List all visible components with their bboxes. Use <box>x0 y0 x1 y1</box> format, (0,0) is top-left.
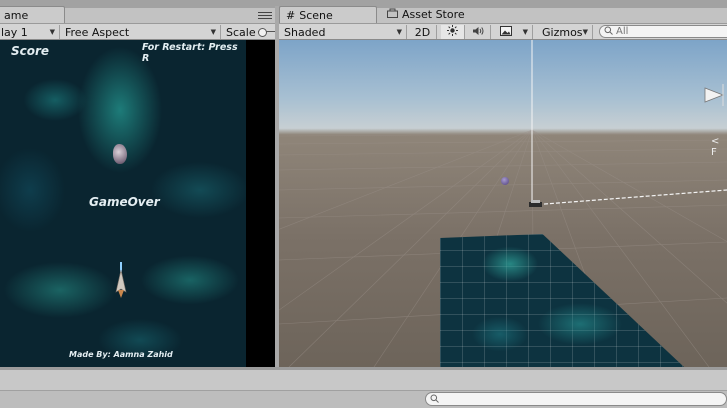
tab-game-label: ame <box>4 8 29 22</box>
selected-object-gizmo[interactable] <box>528 199 544 213</box>
image-icon <box>500 25 512 39</box>
perspective-label-text: F <box>711 147 717 158</box>
scene-search-input[interactable] <box>616 26 726 37</box>
chevron-down-icon: ▼ <box>396 28 402 36</box>
store-icon <box>387 8 398 21</box>
scene-view-viewport[interactable]: < F <box>279 40 727 367</box>
spaceship-sprite <box>115 262 127 298</box>
tab-asset-store-label: Asset Store <box>402 8 465 21</box>
scale-label: Scale <box>226 25 256 39</box>
display-dropdown[interactable]: lay 1 ▼ <box>0 25 60 39</box>
bottom-panel <box>0 370 727 390</box>
gizmos-label: Gizmos <box>542 25 583 39</box>
scene-toolbar: Shaded ▼ 2D ▼ Gizmos ▼ <box>279 23 727 40</box>
display-dropdown-label: lay 1 <box>1 25 28 39</box>
panel-menu-icon[interactable] <box>258 12 272 20</box>
tab-scene-label: Scene <box>299 8 333 22</box>
aspect-dropdown-label: Free Aspect <box>65 25 130 39</box>
shading-mode-dropdown[interactable]: Shaded ▼ <box>279 25 407 39</box>
game-over-text: GameOver <box>89 195 160 209</box>
scale-slider[interactable] <box>258 28 275 37</box>
chevron-down-icon: ▼ <box>582 28 588 36</box>
shading-mode-label: Shaded <box>284 25 326 39</box>
game-toolbar: lay 1 ▼ Free Aspect ▼ Scale <box>0 23 275 40</box>
scene-search-box[interactable] <box>599 25 727 38</box>
project-search-box[interactable] <box>425 392 727 406</box>
2d-toggle-label: 2D <box>414 25 431 39</box>
bottom-toolbar <box>0 390 727 408</box>
scene-orientation-gizmo[interactable] <box>701 84 727 106</box>
credit-text: Made By: Aamna Zahid <box>69 350 173 359</box>
sun-icon <box>447 25 458 39</box>
tab-game[interactable]: ame <box>0 6 65 23</box>
aspect-dropdown[interactable]: Free Aspect ▼ <box>60 25 221 39</box>
grid-icon: # <box>286 8 296 22</box>
perspective-label[interactable]: < F <box>711 136 727 158</box>
asteroid-sprite <box>113 144 127 164</box>
effects-dropdown[interactable]: ▼ <box>495 25 533 39</box>
speaker-icon <box>472 26 485 39</box>
chevron-down-icon: ▼ <box>210 28 216 36</box>
search-icon <box>604 25 614 38</box>
audio-toggle-button[interactable] <box>466 25 491 39</box>
chevron-down-icon: ▼ <box>522 28 528 36</box>
scene-camera-gizmo <box>531 40 727 206</box>
game-view-letterbox <box>246 40 275 367</box>
score-label: Score <box>11 44 50 58</box>
game-view-viewport[interactable]: Score For Restart: Press R GameOver Made… <box>0 40 246 367</box>
restart-hint: For Restart: Press R <box>142 42 238 64</box>
tab-scene[interactable]: # Scene <box>279 6 377 23</box>
lighting-toggle-button[interactable] <box>441 25 465 39</box>
2d-toggle-button[interactable]: 2D <box>409 25 437 39</box>
chevron-down-icon: ▼ <box>49 28 55 36</box>
scale-slider-knob[interactable] <box>258 28 267 37</box>
search-icon <box>430 393 440 406</box>
gizmos-dropdown[interactable]: Gizmos ▼ <box>537 25 593 39</box>
project-search-input[interactable] <box>440 393 710 405</box>
tab-asset-store[interactable]: Asset Store <box>381 6 477 23</box>
asteroid-object[interactable] <box>501 177 509 185</box>
